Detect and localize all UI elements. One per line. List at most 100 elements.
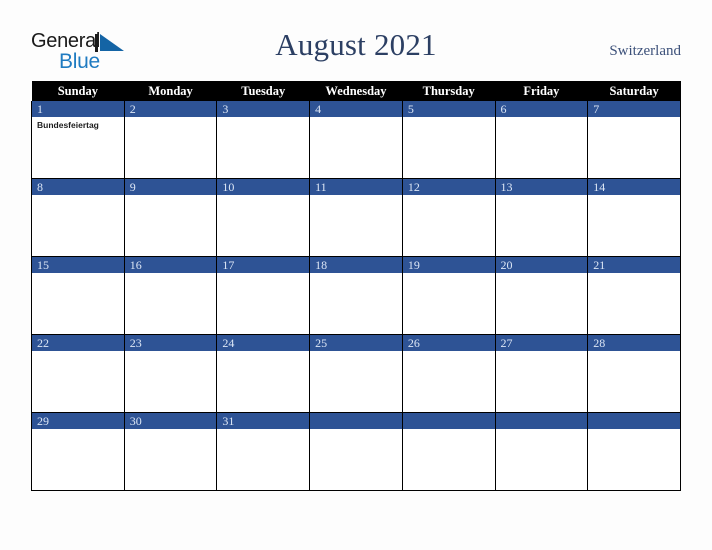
calendar-day-cell[interactable]: 23: [123, 334, 218, 413]
day-events: [310, 273, 402, 276]
day-events: [32, 273, 124, 276]
day-cell-inner: 23: [124, 335, 217, 412]
calendar-day-cell[interactable]: 31: [216, 412, 311, 491]
day-number: 1: [32, 101, 124, 117]
calendar-day-cell[interactable]: 10: [216, 178, 311, 257]
day-cell-inner: 2: [124, 101, 217, 178]
day-number: 20: [495, 257, 588, 273]
day-number: 4: [310, 101, 402, 117]
day-number: 27: [495, 335, 588, 351]
day-cell-inner: 17: [217, 257, 310, 334]
day-events: [217, 273, 309, 276]
day-events: [588, 195, 680, 198]
day-cell-inner: 19: [402, 257, 495, 334]
calendar-page: General Blue August 2021 Switzerland Sun…: [0, 0, 712, 550]
calendar-day-cell[interactable]: 25: [309, 334, 403, 413]
calendar-day-cell[interactable]: 12: [401, 178, 496, 257]
day-events: [217, 429, 309, 432]
calendar-day-cell[interactable]: 22: [31, 334, 125, 413]
day-cell-inner: 8: [32, 179, 124, 256]
day-events: [403, 195, 495, 198]
day-number: 21: [588, 257, 680, 273]
calendar-day-cell[interactable]: 11: [309, 178, 403, 257]
day-events: [32, 429, 124, 432]
calendar-day-cell[interactable]: 6: [494, 101, 589, 179]
day-events: [125, 117, 217, 120]
calendar-day-cell[interactable]: 27: [494, 334, 589, 413]
page-header: General Blue August 2021 Switzerland: [0, 0, 712, 78]
day-cell-inner: 28: [588, 335, 680, 412]
calendar-day-cell[interactable]: 1 Bundesfeiertag: [31, 101, 125, 179]
weekday-header-sunday: Sunday: [31, 81, 125, 101]
day-cell-inner: 21: [588, 257, 680, 334]
day-cell-inner: 3: [217, 101, 310, 178]
calendar-day-cell[interactable]: 5: [401, 101, 496, 179]
day-cell-inner: [402, 413, 495, 490]
calendar-day-cell[interactable]: 18: [309, 256, 403, 335]
calendar-day-cell[interactable]: 3: [216, 101, 311, 179]
day-cell-inner: 10: [217, 179, 310, 256]
day-events: [217, 351, 309, 354]
calendar-day-cell[interactable]: 13: [494, 178, 589, 257]
calendar-day-cell[interactable]: [401, 412, 496, 491]
day-cell-inner: 22: [32, 335, 124, 412]
day-cell-inner: 25: [310, 335, 402, 412]
day-events: [588, 117, 680, 120]
day-cell-inner: 9: [124, 179, 217, 256]
calendar-day-cell[interactable]: 15: [31, 256, 125, 335]
calendar-day-cell[interactable]: 29: [31, 412, 125, 491]
day-cell-inner: 29: [32, 413, 124, 490]
calendar-week-row: 29 30 31: [31, 412, 681, 491]
day-cell-inner: 13: [495, 179, 588, 256]
calendar-day-cell[interactable]: 19: [401, 256, 496, 335]
calendar-day-cell[interactable]: 16: [123, 256, 218, 335]
calendar-day-cell[interactable]: 17: [216, 256, 311, 335]
calendar-day-cell[interactable]: [309, 412, 403, 491]
weekday-header-wednesday: Wednesday: [309, 81, 403, 101]
day-number: 5: [402, 101, 495, 117]
day-cell-inner: 7: [588, 101, 680, 178]
day-number: 2: [124, 101, 217, 117]
day-number: 10: [217, 179, 310, 195]
day-cell-inner: 31: [217, 413, 310, 490]
day-events: [403, 117, 495, 120]
day-events: [588, 273, 680, 276]
day-events: [588, 351, 680, 354]
calendar-day-cell[interactable]: [587, 412, 681, 491]
calendar-day-cell[interactable]: 24: [216, 334, 311, 413]
calendar-day-cell[interactable]: 2: [123, 101, 218, 179]
calendar-day-cell[interactable]: 20: [494, 256, 589, 335]
day-events: [496, 117, 588, 120]
day-number: 17: [217, 257, 310, 273]
calendar-day-cell[interactable]: 4: [309, 101, 403, 179]
day-number: 23: [124, 335, 217, 351]
calendar-week-row: 22 23 24 25 26 27 28: [31, 334, 681, 413]
calendar-day-cell[interactable]: [494, 412, 589, 491]
calendar-day-cell[interactable]: 14: [587, 178, 681, 257]
day-number: 15: [32, 257, 124, 273]
day-events: [496, 429, 588, 432]
day-events: [496, 351, 588, 354]
calendar-day-cell[interactable]: 9: [123, 178, 218, 257]
day-number: 26: [402, 335, 495, 351]
calendar-day-cell[interactable]: 30: [123, 412, 218, 491]
day-events: [310, 351, 402, 354]
calendar-day-cell[interactable]: 21: [587, 256, 681, 335]
day-cell-inner: 1 Bundesfeiertag: [32, 101, 124, 178]
calendar-day-cell[interactable]: 7: [587, 101, 681, 179]
day-number: 14: [588, 179, 680, 195]
day-events: [125, 273, 217, 276]
day-cell-inner: 11: [310, 179, 402, 256]
day-number: 30: [124, 413, 217, 429]
day-number: 24: [217, 335, 310, 351]
calendar-day-cell[interactable]: 8: [31, 178, 125, 257]
day-events: [125, 195, 217, 198]
day-cell-inner: 5: [402, 101, 495, 178]
day-number: 8: [32, 179, 124, 195]
calendar-weeks-body: 1 Bundesfeiertag 2 3 4 5 6 7 8 9 10 11 12 13 14 15 16 17 1…: [31, 101, 681, 491]
calendar-day-cell[interactable]: 28: [587, 334, 681, 413]
calendar-day-cell[interactable]: 26: [401, 334, 496, 413]
day-events: [403, 429, 495, 432]
country-label: Switzerland: [609, 43, 681, 59]
day-events: [217, 195, 309, 198]
